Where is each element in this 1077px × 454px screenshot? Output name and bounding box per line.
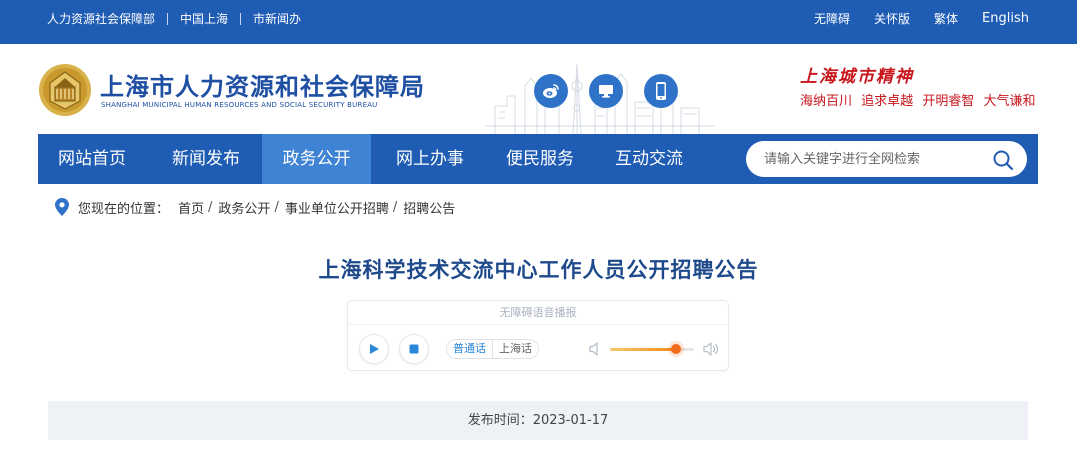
search-icon[interactable]	[992, 149, 1014, 171]
stop-button[interactable]	[399, 334, 429, 364]
breadcrumb-recruitment-notice[interactable]: 招聘公告	[403, 198, 455, 217]
play-button[interactable]	[359, 334, 389, 364]
nav-item-online-services[interactable]: 网上办事	[376, 134, 484, 184]
mobile-button[interactable]	[644, 74, 678, 108]
top-links: 人力资源社会保障部 中国上海 市新闻办	[47, 0, 301, 37]
volume-low-icon[interactable]	[588, 341, 602, 357]
breadcrumb: 您现在的位置： 首页 / 政务公开 / 事业单位公开招聘 / 招聘公告	[55, 196, 455, 218]
publish-time-bar: 发布时间：2023-01-17	[48, 401, 1028, 440]
top-link-press-office[interactable]: 市新闻办	[253, 10, 301, 27]
breadcrumb-separator: /	[208, 199, 213, 215]
site-subtitle: SHANGHAI MUNICIPAL HUMAN RESOURCES AND S…	[101, 101, 378, 109]
breadcrumb-home[interactable]: 首页	[178, 198, 204, 217]
volume-slider[interactable]	[610, 344, 694, 354]
spirit-word: 追求卓越	[861, 94, 914, 109]
search-input[interactable]	[764, 149, 984, 169]
spirit-word: 海纳百川	[800, 94, 853, 109]
location-pin-icon	[55, 198, 69, 216]
breadcrumb-public-recruitment[interactable]: 事业单位公开招聘	[285, 198, 389, 217]
audio-player: 无障碍语音播报 普通话 上海话	[347, 300, 729, 371]
breadcrumb-separator: /	[274, 199, 279, 215]
site-title[interactable]: 上海市人力资源和社会保障局	[100, 67, 425, 102]
lang-option-shanghainese[interactable]: 上海话	[492, 340, 538, 358]
audio-player-title: 无障碍语音播报	[348, 301, 728, 325]
lang-option-mandarin[interactable]: 普通话	[447, 340, 492, 358]
language-toggle: 普通话 上海话	[446, 339, 539, 359]
traditional-chinese-link[interactable]: 繁体	[934, 10, 958, 27]
nav-item-news[interactable]: 新闻发布	[152, 134, 260, 184]
volume-level	[610, 348, 676, 351]
divider	[167, 12, 169, 25]
english-link[interactable]: English	[982, 11, 1029, 26]
top-link-shanghai-china[interactable]: 中国上海	[180, 10, 228, 27]
nav-item-public-services[interactable]: 便民服务	[486, 134, 594, 184]
spirit-word: 开明睿智	[922, 94, 975, 109]
weibo-icon	[543, 84, 559, 98]
mobile-icon	[656, 82, 666, 100]
bureau-emblem-icon[interactable]	[38, 63, 92, 117]
divider	[240, 12, 242, 25]
volume-handle[interactable]	[670, 344, 681, 354]
play-icon	[370, 344, 379, 354]
top-bar: 人力资源社会保障部 中国上海 市新闻办 无障碍 关怀版 繁体 English	[0, 0, 1077, 44]
breadcrumb-separator: /	[392, 199, 398, 215]
publish-time: 发布时间：2023-01-17	[467, 413, 609, 428]
nav-item-home[interactable]: 网站首页	[38, 134, 146, 184]
site-header: 上海市人力资源和社会保障局 SHANGHAI MUNICIPAL HUMAN R…	[0, 44, 1077, 134]
article-title: 上海科学技术交流中心工作人员公开招聘公告	[318, 258, 759, 282]
city-spirit-words: 海纳百川 追求卓越 开明睿智 大气谦和	[800, 90, 1040, 109]
nav-item-interaction[interactable]: 互动交流	[595, 134, 703, 184]
volume-high-icon[interactable]	[702, 341, 720, 357]
accessibility-link[interactable]: 无障碍	[814, 10, 850, 27]
desktop-icon	[599, 85, 613, 98]
nav-item-government-affairs[interactable]: 政务公开	[262, 134, 371, 184]
stop-icon	[409, 344, 419, 354]
care-mode-link[interactable]: 关怀版	[874, 10, 910, 27]
desktop-button[interactable]	[589, 74, 623, 108]
top-link-mohrss[interactable]: 人力资源社会保障部	[47, 10, 155, 27]
search-box	[746, 141, 1027, 177]
breadcrumb-label: 您现在的位置：	[78, 201, 170, 217]
weibo-button[interactable]	[534, 74, 568, 108]
main-nav: 网站首页 新闻发布 政务公开 网上办事 便民服务 互动交流	[38, 134, 1038, 184]
breadcrumb-government-affairs[interactable]: 政务公开	[218, 198, 270, 217]
top-tools: 无障碍 关怀版 繁体 English	[790, 0, 1029, 37]
city-spirit-title: 上海城市精神	[800, 67, 914, 87]
spirit-word: 大气谦和	[983, 94, 1036, 109]
